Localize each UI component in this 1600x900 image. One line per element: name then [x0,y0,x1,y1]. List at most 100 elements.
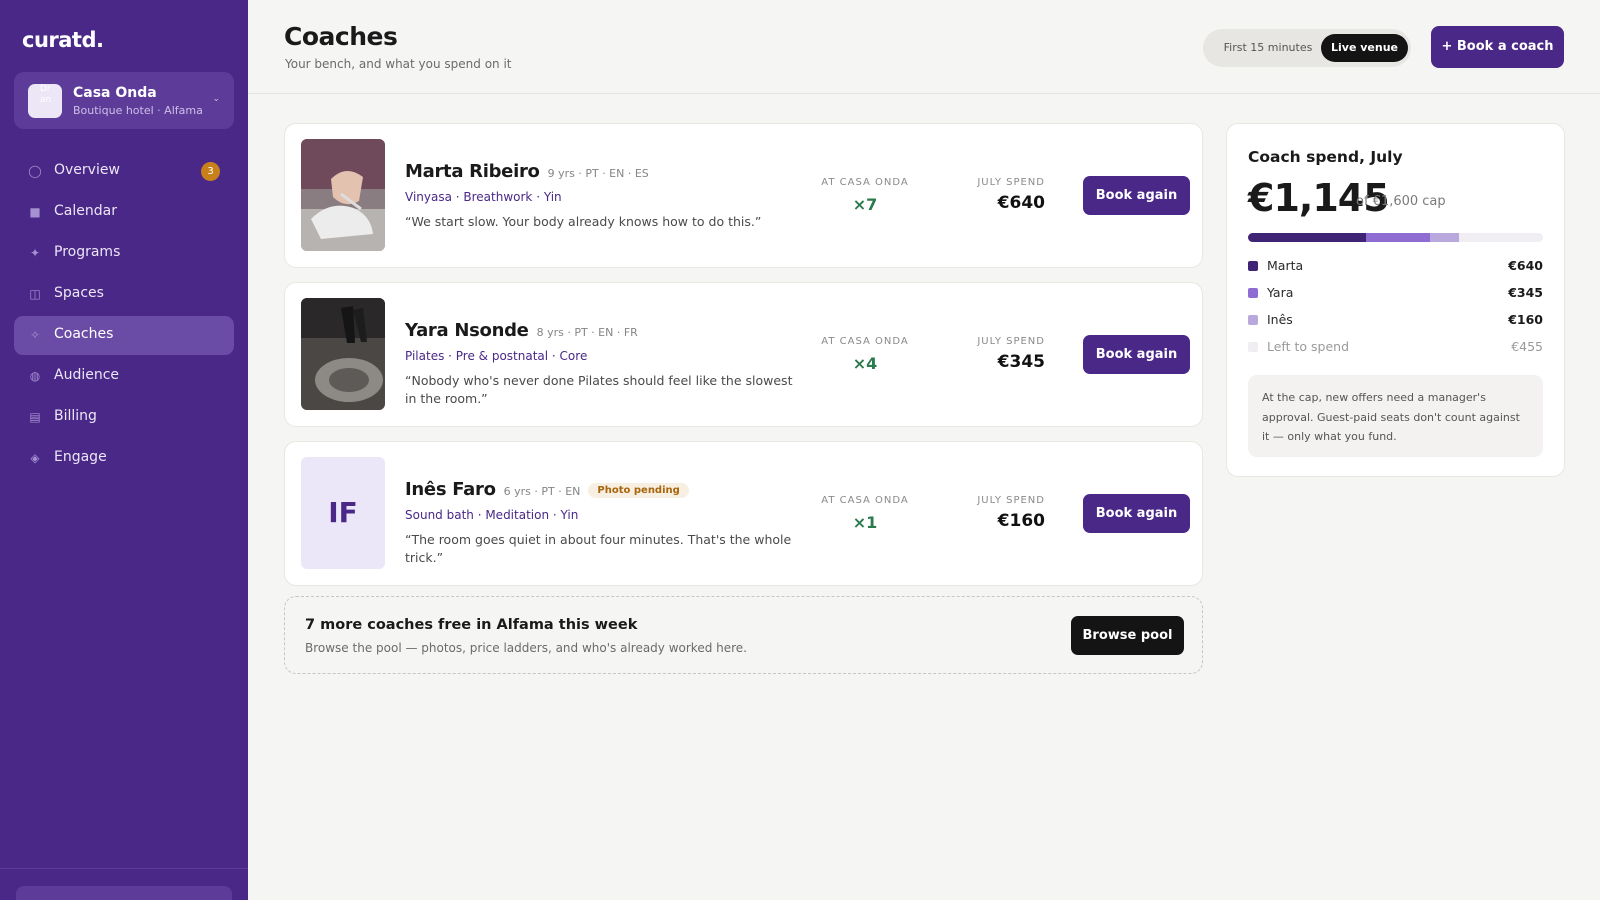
legend-swatch [1248,288,1258,298]
card-icon: ▤ [29,410,41,424]
spend-progress-bar [1248,233,1543,242]
sidebar-item-label: Engage [54,449,107,465]
calendar-icon: ■ [29,205,41,219]
diamond-icon: ◈ [30,451,40,465]
segment-first-15-minutes[interactable]: First 15 minutes [1209,34,1327,62]
july-spend-value: €640 [997,193,1045,213]
coach-tags: Pilates · Pre & postnatal · Core [405,349,588,363]
venue-subtitle: Boutique hotel · Alfama [73,104,203,117]
sidebar: curatd. Dr an Casa Onda Boutique hotel ·… [0,0,248,900]
segment-live-venue[interactable]: Live venue [1321,34,1408,62]
sidebar-item-spaces[interactable]: ◫ Spaces [14,275,234,314]
coach-name-text: Marta Ribeiro [405,161,540,182]
book-coach-button[interactable]: + Book a coach [1431,26,1564,68]
chevron-down-icon: ⌄ [212,94,220,104]
browse-pool-button[interactable]: Browse pool [1071,616,1184,655]
legend-value: €455 [1511,339,1543,354]
spend-cap: of €1,600 cap [1356,194,1446,209]
mode-segmented-control: First 15 minutes Live venue [1203,29,1411,67]
coach-name-text: Inês Faro [405,479,496,500]
coach-name: Marta Ribeiro 9 yrs · PT · EN · ES [405,161,649,182]
page-title: Coaches [284,22,398,51]
legend-value: €345 [1508,285,1543,300]
spend-bar-ines [1429,233,1460,242]
coach-name-text: Yara Nsonde [405,320,529,341]
venue-thumbnail-text: Dr an [40,84,52,105]
coach-meta: 6 yrs · PT · EN [503,485,581,498]
sidebar-item-audience[interactable]: ◍ Audience [14,357,234,396]
sidebar-item-label: Coaches [54,326,114,342]
sidebar-item-label: Calendar [54,203,117,219]
circle-icon: ◯ [28,164,42,178]
sidebar-item-engage[interactable]: ◈ Engage [14,439,234,478]
coach-initials-avatar: IF [301,457,385,569]
at-venue-count: ×1 [852,513,878,532]
book-again-button[interactable]: Book again [1083,176,1190,215]
sidebar-item-overview[interactable]: ◯ Overview 3 [14,152,234,191]
book-again-button[interactable]: Book again [1083,494,1190,533]
book-again-button[interactable]: Book again [1083,335,1190,374]
coach-spend-panel: Coach spend, July €1,145 of €1,600 cap M… [1226,123,1565,477]
page-subtitle: Your bench, and what you spend on it [285,57,512,71]
legend-name: Inês [1267,312,1293,327]
legend-row: Marta €640 [1248,256,1543,276]
sidebar-item-label: Programs [54,244,121,260]
coach-tags: Sound bath · Meditation · Yin [405,508,579,522]
more-coaches-subtitle: Browse the pool — photos, price ladders,… [305,641,747,655]
sidebar-item-label: Audience [54,367,120,383]
legend-row: Yara €345 [1248,283,1543,303]
sidebar-footer-button[interactable] [16,886,232,900]
at-venue-count: ×7 [852,195,878,214]
spend-cap-note: At the cap, new offers need a manager's … [1248,375,1543,457]
sidebar-divider [0,868,248,869]
july-spend-label: JULY SPEND [977,336,1045,347]
spend-title: Coach spend, July [1248,148,1403,166]
app-logo[interactable]: curatd. [22,28,104,52]
coach-name: Yara Nsonde 8 yrs · PT · EN · FR [405,320,638,341]
sidebar-item-label: Billing [54,408,97,424]
at-venue-label: AT CASA ONDA [821,336,909,347]
sidebar-nav: ◯ Overview 3 ■ Calendar ✦ Programs ◫ Spa… [14,152,234,480]
legend-swatch [1248,342,1258,352]
legend-name: Marta [1267,258,1304,273]
sidebar-item-label: Overview [54,162,120,178]
legend-name: Yara [1267,285,1294,300]
venue-thumbnail: Dr an [28,84,62,118]
notification-badge: 3 [201,162,220,181]
sparkle-icon: ✦ [29,246,41,260]
sidebar-item-programs[interactable]: ✦ Programs [14,234,234,273]
grid-icon: ◫ [29,287,41,301]
page-header: Coaches Your bench, and what you spend o… [248,0,1600,94]
spend-bar-yara [1366,233,1430,242]
more-coaches-card: 7 more coaches free in Alfama this week … [284,596,1203,674]
at-venue-count: ×4 [852,354,878,373]
legend-value: €640 [1508,258,1543,273]
sidebar-item-billing[interactable]: ▤ Billing [14,398,234,437]
sidebar-item-label: Spaces [54,285,104,301]
coach-photo [301,298,385,410]
people-icon: ◍ [29,369,41,383]
legend-value: €160 [1508,312,1543,327]
july-spend-label: JULY SPEND [977,177,1045,188]
more-coaches-title: 7 more coaches free in Alfama this week [305,617,638,633]
legend-swatch [1248,315,1258,325]
sidebar-item-coaches[interactable]: ✧ Coaches [14,316,234,355]
coach-name: Inês Faro 6 yrs · PT · EN Photo pending [405,479,689,500]
july-spend-value: €160 [997,511,1045,531]
legend-row: Inês €160 [1248,310,1543,330]
legend-name: Left to spend [1267,339,1350,354]
coach-meta: 9 yrs · PT · EN · ES [547,167,649,180]
venue-switcher[interactable]: Dr an Casa Onda Boutique hotel · Alfama … [14,72,234,129]
at-venue-label: AT CASA ONDA [821,177,909,188]
coach-photo [301,139,385,251]
at-venue-label: AT CASA ONDA [821,495,909,506]
diamond-outline-icon: ✧ [29,328,41,342]
coach-card: Yara Nsonde 8 yrs · PT · EN · FR Pilates … [284,282,1203,427]
coach-quote: “We start slow. Your body already knows … [405,214,762,229]
coach-card: Marta Ribeiro 9 yrs · PT · EN · ES Vinyas… [284,123,1203,268]
spend-bar-marta [1248,233,1366,242]
coach-quote: “The room goes quiet in about four minut… [405,532,792,565]
sidebar-item-calendar[interactable]: ■ Calendar [14,193,234,232]
legend-row: Left to spend €455 [1248,337,1543,357]
photo-pending-badge: Photo pending [588,483,689,498]
